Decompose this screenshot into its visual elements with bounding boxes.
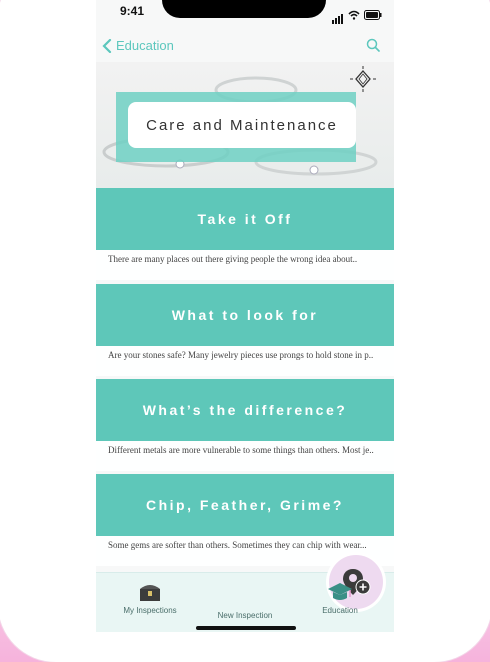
device-notch — [162, 0, 326, 18]
article-summary: Different metals are more vulnerable to … — [96, 441, 394, 471]
article-title: Chip, Feather, Grime? — [96, 474, 394, 536]
article-card[interactable]: Take it Off There are many places out th… — [96, 188, 394, 280]
article-card[interactable]: What’s the difference? Different metals … — [96, 379, 394, 471]
tab-my-inspections[interactable]: My Inspections — [110, 581, 190, 615]
back-label: Education — [116, 38, 174, 53]
back-button[interactable]: Education — [102, 38, 174, 53]
tab-label: Education — [322, 606, 358, 615]
status-icons — [332, 6, 382, 24]
diamond-icon — [350, 66, 376, 92]
tab-new-inspection[interactable]: New Inspection — [205, 555, 383, 620]
chevron-left-icon — [102, 38, 112, 53]
article-title: What to look for — [96, 284, 394, 346]
signal-icon — [332, 6, 344, 24]
tab-bar: My Inspections New Inspection Education — [96, 555, 394, 632]
search-icon[interactable] — [366, 38, 380, 52]
hero-banner: Care and Maintenance — [96, 62, 394, 188]
nav-bar: Education — [96, 30, 394, 62]
tab-label: New Inspection — [217, 611, 273, 620]
tab-label: My Inspections — [123, 606, 177, 615]
article-summary: Are your stones safe? Many jewelry piece… — [96, 346, 394, 376]
article-card[interactable]: What to look for Are your stones safe? M… — [96, 284, 394, 376]
hero-title: Care and Maintenance — [128, 102, 356, 148]
article-title: What’s the difference? — [96, 379, 394, 441]
wifi-icon — [348, 10, 360, 20]
status-time: 9:41 — [120, 4, 145, 18]
graduation-cap-icon — [328, 583, 352, 600]
article-title: Take it Off — [96, 188, 394, 250]
status-bar: 9:41 — [96, 0, 394, 24]
article-summary: There are many places out there giving p… — [96, 250, 394, 280]
tab-education[interactable]: Education — [300, 581, 380, 615]
app-screen: 9:41 Education Care and Maintenance Take… — [96, 0, 394, 632]
home-indicator — [196, 626, 296, 630]
battery-icon — [364, 10, 382, 20]
chest-icon — [140, 585, 160, 601]
article-card[interactable]: Chip, Feather, Grime? Some gems are soft… — [96, 474, 394, 566]
